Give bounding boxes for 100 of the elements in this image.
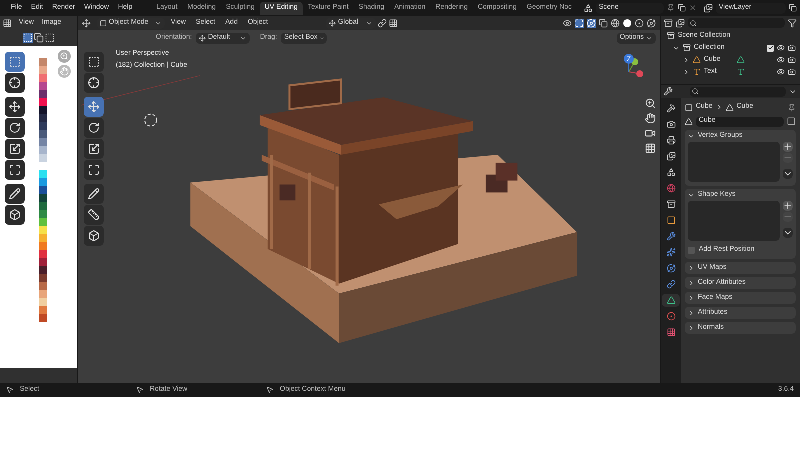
camera-icon[interactable] <box>788 56 796 64</box>
crosshair-icon <box>9 77 21 89</box>
checker-icon <box>666 328 676 337</box>
mouse-icon <box>6 386 14 394</box>
orientation-icon <box>199 34 206 42</box>
checkbox[interactable] <box>767 44 774 52</box>
color-swatch[interactable] <box>39 90 47 98</box>
color-swatch[interactable] <box>39 306 47 314</box>
caret-icon <box>366 20 374 26</box>
color-swatch[interactable] <box>39 58 47 66</box>
tool-button[interactable] <box>5 139 25 159</box>
hand-icon[interactable] <box>645 113 656 124</box>
pin-icon[interactable] <box>788 104 796 112</box>
checkbox[interactable] <box>688 246 695 254</box>
color-swatch[interactable] <box>39 114 47 122</box>
color-swatch[interactable] <box>39 186 47 194</box>
color-swatch[interactable] <box>39 202 47 210</box>
scale-icon <box>9 143 21 155</box>
color-swatch[interactable] <box>39 226 47 234</box>
material-shading-icon[interactable] <box>635 18 644 28</box>
cube-icon <box>88 230 100 242</box>
caret-icon <box>155 20 162 26</box>
display-mode-icon[interactable] <box>676 18 685 28</box>
color-swatch[interactable] <box>39 218 47 226</box>
view-layer-icon[interactable] <box>704 4 714 12</box>
tool-button[interactable] <box>5 184 25 204</box>
color-swatch[interactable] <box>39 194 47 202</box>
search-field[interactable] <box>690 86 786 96</box>
color-swatch[interactable] <box>39 242 47 250</box>
color-swatch[interactable] <box>39 66 47 74</box>
caret-icon[interactable] <box>783 228 793 238</box>
pencil-icon <box>88 188 100 200</box>
visibility-icon[interactable] <box>563 18 572 28</box>
tool-button[interactable] <box>84 139 104 159</box>
color-swatch[interactable] <box>39 274 47 282</box>
search-field[interactable] <box>688 18 785 28</box>
tool-button[interactable] <box>84 97 104 117</box>
gizmo-toggle-icon[interactable] <box>575 18 584 28</box>
tool-button[interactable] <box>5 205 25 225</box>
text-data-icon[interactable] <box>737 68 745 76</box>
color-swatch[interactable] <box>39 138 47 146</box>
eye-icon[interactable] <box>777 56 785 64</box>
rotate-icon <box>88 122 100 134</box>
color-swatch[interactable] <box>39 170 47 178</box>
pin-icon[interactable] <box>667 4 676 12</box>
3d-cursor-icon <box>144 114 158 127</box>
transform-icon <box>88 164 100 176</box>
color-swatch[interactable] <box>39 234 47 242</box>
collection-icon <box>667 32 675 40</box>
solid-shading-icon[interactable] <box>623 18 632 28</box>
color-swatch[interactable] <box>39 210 47 218</box>
select-box-icon <box>9 56 21 68</box>
color-swatch[interactable] <box>39 290 47 298</box>
grid-icon[interactable] <box>645 143 656 154</box>
tool-button[interactable] <box>84 184 104 204</box>
tool-button[interactable] <box>5 160 25 180</box>
tool-button[interactable] <box>84 226 104 246</box>
eye-icon[interactable] <box>777 68 785 76</box>
color-swatch[interactable] <box>39 130 47 138</box>
color-swatch[interactable] <box>39 122 47 130</box>
properties-tab[interactable] <box>662 294 680 307</box>
zoom-icon[interactable] <box>645 98 656 109</box>
copy-icon[interactable] <box>678 4 686 12</box>
tool-button[interactable] <box>84 73 104 93</box>
copy-icon[interactable] <box>789 4 798 12</box>
wireframe-shading-icon[interactable] <box>611 18 620 28</box>
tool-button[interactable] <box>5 118 25 138</box>
color-swatch[interactable] <box>39 258 47 266</box>
camera-icon[interactable] <box>788 68 796 76</box>
add-icon[interactable] <box>783 201 793 211</box>
add-icon[interactable] <box>783 142 793 152</box>
mesh-data-icon[interactable] <box>737 56 745 64</box>
mesh-data-icon[interactable] <box>685 118 693 126</box>
color-swatch[interactable] <box>39 106 47 114</box>
filter-icon[interactable] <box>788 18 797 28</box>
tool-button[interactable] <box>84 205 104 225</box>
eye-icon[interactable] <box>777 44 785 52</box>
scene-icon[interactable] <box>584 4 594 12</box>
tool-button[interactable] <box>5 73 25 93</box>
color-swatch[interactable] <box>39 298 47 306</box>
camera-icon <box>666 120 676 129</box>
color-swatch[interactable] <box>39 266 47 274</box>
caret-icon <box>646 34 653 42</box>
color-swatch[interactable] <box>39 250 47 258</box>
tool-button[interactable] <box>84 160 104 180</box>
color-swatch[interactable] <box>39 154 47 162</box>
color-swatch[interactable] <box>39 314 47 322</box>
caret-icon[interactable] <box>783 169 793 179</box>
mouse-icon <box>136 386 144 394</box>
color-swatch[interactable] <box>39 82 47 90</box>
tool-button[interactable] <box>5 97 25 117</box>
camera-icon[interactable] <box>645 128 656 139</box>
color-swatch[interactable] <box>39 146 47 154</box>
color-swatch[interactable] <box>39 178 47 186</box>
camera-icon[interactable] <box>788 44 796 52</box>
color-swatch[interactable] <box>39 74 47 82</box>
color-swatch[interactable] <box>39 98 47 106</box>
tool-button[interactable] <box>84 118 104 138</box>
color-swatch[interactable] <box>39 282 47 290</box>
tool-button[interactable] <box>84 52 104 72</box>
